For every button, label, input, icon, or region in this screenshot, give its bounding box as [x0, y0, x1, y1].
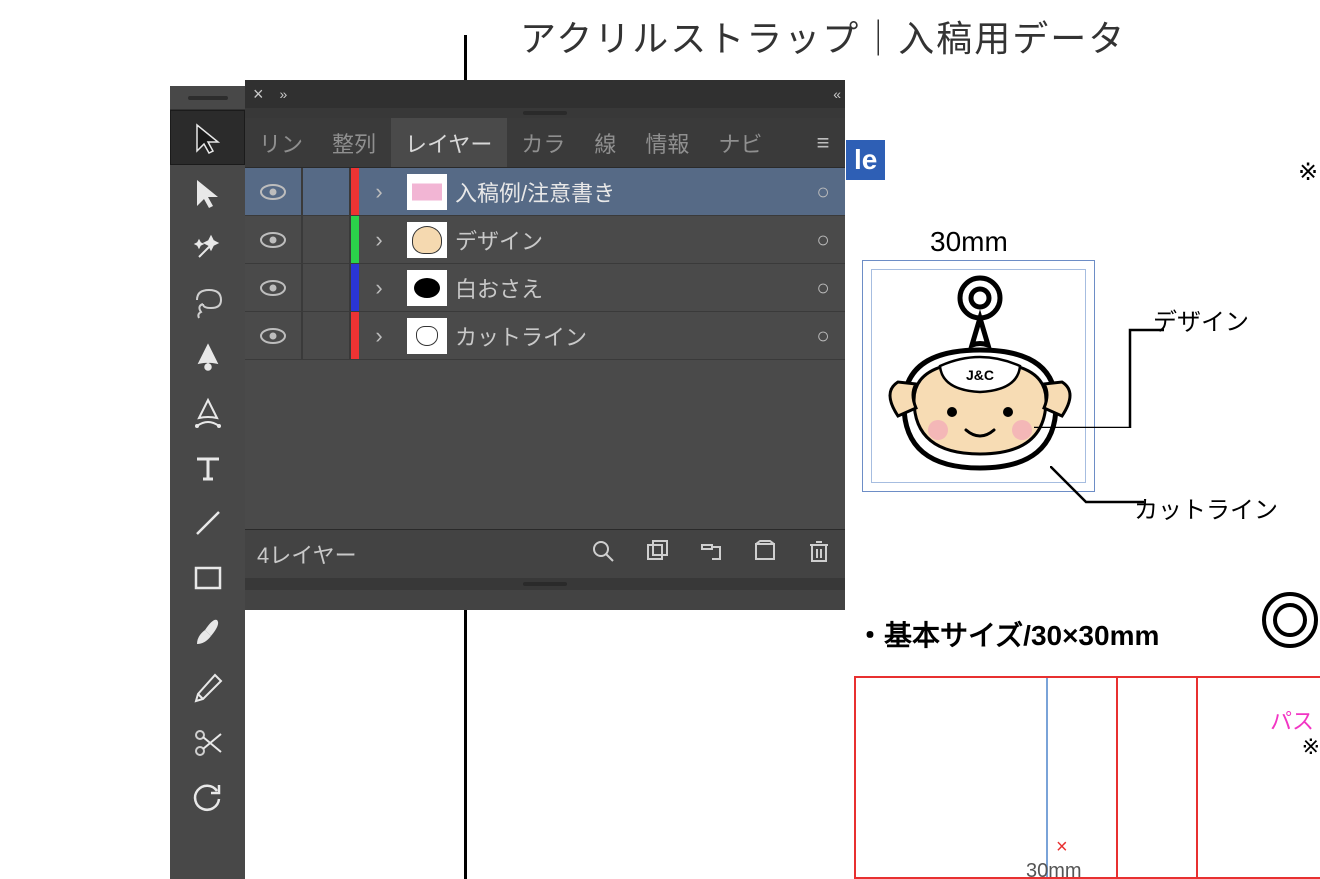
panel-close-button[interactable]: ×: [253, 84, 264, 105]
panel-footer: 4レイヤー: [245, 530, 845, 578]
note-asterisk: ※: [1298, 158, 1318, 187]
tab-4[interactable]: 線: [580, 118, 631, 167]
rotate-icon: [191, 781, 225, 815]
panel-collapse-button[interactable]: «: [833, 86, 837, 102]
tab-2[interactable]: レイヤー: [391, 118, 507, 167]
tool-magic-wand[interactable]: [170, 220, 245, 275]
callout-leader-cutline: [1050, 466, 1144, 511]
tool-pen[interactable]: [170, 330, 245, 385]
svg-text:J&C: J&C: [966, 367, 994, 383]
visibility-toggle[interactable]: [245, 231, 301, 249]
tool-type[interactable]: [170, 440, 245, 495]
tool-paintbrush[interactable]: [170, 605, 245, 660]
document-title: アクリルストラップ｜入稿用データ: [520, 10, 1126, 62]
expand-layer-button[interactable]: ›: [359, 275, 399, 301]
tool-rectangle[interactable]: [170, 550, 245, 605]
scissors-icon: [191, 726, 225, 760]
visibility-toggle[interactable]: [245, 327, 301, 345]
magic-wand-icon: [191, 231, 225, 265]
layer-count-label: 4レイヤー: [257, 538, 357, 570]
tool-curvature[interactable]: [170, 385, 245, 440]
template-column-cut-2: [1196, 678, 1198, 877]
type-icon: [191, 451, 225, 485]
pen-icon: [191, 341, 225, 375]
panel-drag-grip-bottom[interactable]: [245, 578, 845, 590]
layer-color-swatch: [351, 168, 359, 215]
dimension-label-bottom: 30mm: [1026, 860, 1082, 879]
target-layer-button[interactable]: ○: [801, 227, 845, 253]
layers-empty-area[interactable]: [245, 360, 845, 530]
direct-selection-icon: [191, 176, 225, 210]
new-sublayer-icon[interactable]: [751, 539, 779, 569]
tool-pencil[interactable]: [170, 660, 245, 715]
callout-label-design: デザイン: [1153, 302, 1249, 337]
layer-color-swatch: [351, 312, 359, 359]
tool-lasso[interactable]: [170, 275, 245, 330]
tab-3[interactable]: カラ: [507, 118, 580, 167]
layer-color-swatch: [351, 216, 359, 263]
search-icon[interactable]: [589, 539, 617, 569]
callout-leader-design: [1034, 328, 1164, 428]
template-grid[interactable]: パス ※ × 30mm: [854, 676, 1320, 879]
line-icon: [191, 506, 225, 540]
double-circle-icon: [1262, 592, 1318, 648]
tools-palette[interactable]: [170, 86, 245, 879]
tool-scissors[interactable]: [170, 715, 245, 770]
layer-name[interactable]: カットライン: [455, 320, 801, 352]
note-marker: ※: [1302, 734, 1320, 760]
layer-name[interactable]: 白おさえ: [455, 272, 801, 304]
locate-object-icon[interactable]: [697, 539, 725, 569]
section-basic-size: ・基本サイズ/30×30mm: [856, 614, 1159, 654]
tool-line[interactable]: [170, 495, 245, 550]
layer-row[interactable]: › デザイン○: [245, 216, 845, 264]
red-x-marker: ×: [1056, 836, 1068, 859]
layers-panel[interactable]: × » « リン整列レイヤーカラ線情報ナビ≡ ›入稿例/注意書き○›デザイン○›…: [245, 80, 845, 610]
callout-label-cutline: カットライン: [1134, 490, 1278, 525]
trash-icon[interactable]: [805, 539, 833, 569]
target-layer-button[interactable]: ○: [801, 275, 845, 301]
selection-icon: [191, 121, 225, 155]
tab-0[interactable]: リン: [245, 118, 318, 167]
tool-direct-selection[interactable]: [170, 165, 245, 220]
sample-badge-fragment: le: [846, 140, 885, 180]
lasso-icon: [191, 286, 225, 320]
path-label: パス: [1270, 704, 1314, 736]
layer-color-swatch: [351, 264, 359, 311]
tab-1[interactable]: 整列: [318, 118, 391, 167]
layer-name[interactable]: デザイン: [455, 224, 801, 256]
curvature-icon: [191, 396, 225, 430]
template-column-cut: [1116, 678, 1118, 877]
panel-drag-grip-top[interactable]: [245, 108, 845, 118]
dimension-label-top: 30mm: [930, 226, 1008, 258]
expand-layer-button[interactable]: ›: [359, 227, 399, 253]
tool-selection[interactable]: [170, 110, 245, 165]
panel-menu-button[interactable]: ≡: [801, 118, 845, 167]
palette-grip[interactable]: [170, 86, 245, 110]
layer-thumbnail: [407, 222, 447, 258]
tool-rotate[interactable]: [170, 770, 245, 825]
layer-thumbnail: [407, 174, 447, 210]
collect-layer-icon[interactable]: [643, 539, 671, 569]
layer-row[interactable]: › 入稿例/注意書き○: [245, 168, 845, 216]
visibility-toggle[interactable]: [245, 183, 301, 201]
visibility-toggle[interactable]: [245, 279, 301, 297]
layer-name[interactable]: 入稿例/注意書き: [455, 176, 801, 208]
panel-tab-strip: リン整列レイヤーカラ線情報ナビ ≡: [245, 118, 845, 168]
pencil-icon: [191, 671, 225, 705]
expand-layer-button[interactable]: ›: [359, 179, 399, 205]
rectangle-icon: [191, 561, 225, 595]
paintbrush-icon: [191, 616, 225, 650]
target-layer-button[interactable]: ○: [801, 179, 845, 205]
tab-5[interactable]: 情報: [631, 118, 704, 167]
tab-6[interactable]: ナビ: [704, 118, 777, 167]
expand-layer-button[interactable]: ›: [359, 323, 399, 349]
layer-thumbnail: [407, 270, 447, 306]
layer-thumbnail: [407, 318, 447, 354]
layers-list: ›入稿例/注意書き○›デザイン○›白おさえ○›カットライン○: [245, 168, 845, 360]
template-column-guide: [1046, 678, 1048, 877]
layer-row[interactable]: › 白おさえ○: [245, 264, 845, 312]
panel-expand-button[interactable]: »: [280, 86, 284, 102]
layer-row[interactable]: › カットライン○: [245, 312, 845, 360]
target-layer-button[interactable]: ○: [801, 323, 845, 349]
